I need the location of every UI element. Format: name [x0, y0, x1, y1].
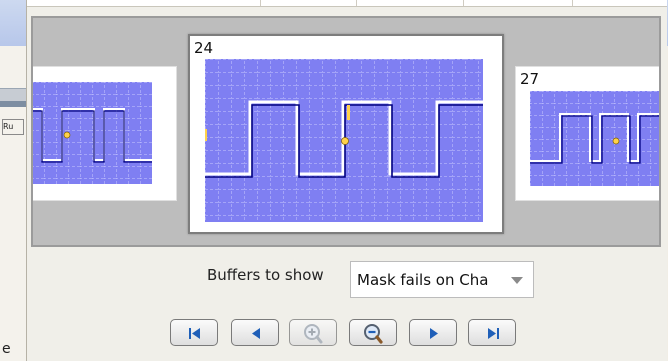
waveform-trace [205, 59, 483, 222]
zoom-out-icon [364, 324, 383, 344]
buffer-number: 24 [194, 39, 214, 57]
buffer-thumbnail-current[interactable]: 24 [188, 34, 504, 234]
waveform-preview [205, 59, 483, 222]
buffers-to-show-label: Buffers to show [207, 266, 324, 284]
last-buffer-button[interactable] [468, 319, 516, 346]
previous-buffer-button[interactable] [231, 319, 279, 346]
waveform-preview [530, 91, 659, 186]
previous-icon [252, 328, 260, 339]
skip-to-last-icon [488, 328, 499, 339]
next-icon [430, 328, 438, 339]
buffer-thumbnail-strip[interactable]: 24 27 [31, 16, 661, 247]
buffers-to-show-value: Mask fails on Cha [357, 271, 489, 289]
buffer-number: 27 [520, 70, 540, 88]
buffer-thumbnail-next[interactable]: 27 [515, 66, 659, 201]
first-buffer-button[interactable] [170, 319, 218, 346]
buffers-to-show-dropdown[interactable]: Mask fails on Cha [350, 261, 534, 298]
buffer-navigator-dialog: 24 27 Buffers to show Mask fails on Cha [26, 0, 667, 361]
next-buffer-button[interactable] [409, 319, 457, 346]
waveform-trace [33, 82, 152, 184]
zoom-out-button[interactable] [349, 319, 397, 346]
zoom-in-icon [304, 324, 323, 344]
background-window-panel: Ru e [0, 46, 26, 361]
chevron-down-icon[interactable] [511, 277, 523, 284]
buffer-thumbnail-previous[interactable] [33, 66, 177, 201]
background-run-button[interactable]: Ru [2, 119, 24, 135]
zoom-in-button[interactable] [289, 319, 337, 346]
background-partial-text: e [2, 341, 11, 357]
waveform-preview [33, 82, 152, 184]
waveform-trace [530, 91, 659, 186]
skip-to-first-icon [189, 328, 200, 339]
